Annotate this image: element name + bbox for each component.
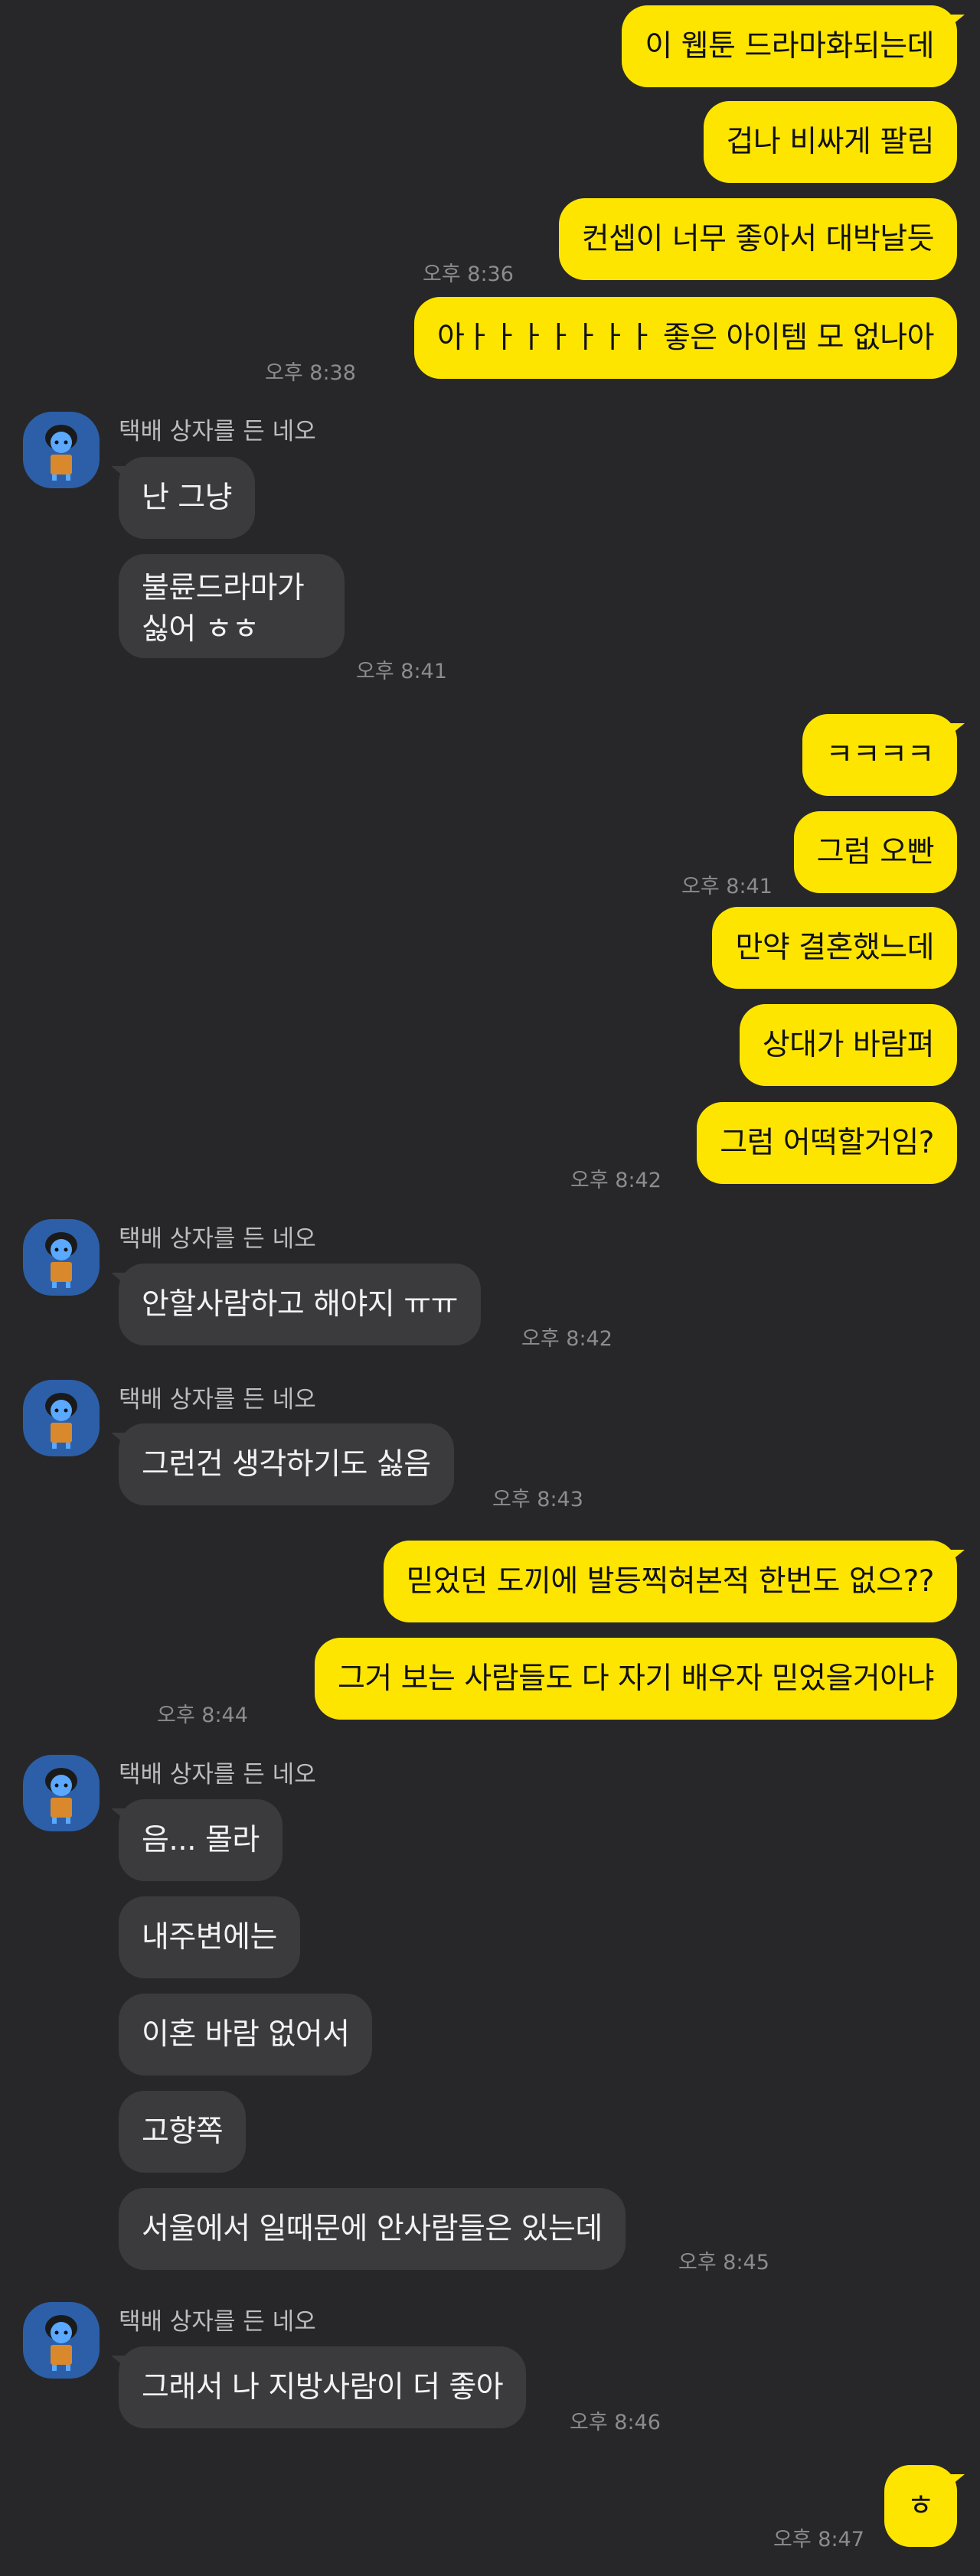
message-text: 이 웹툰 드라마화되는데 — [645, 29, 934, 64]
message-text: 컨셉이 너무 좋아서 대박날듯 — [581, 222, 935, 256]
outgoing-message[interactable]: 상대가 바람펴 — [739, 1004, 957, 1086]
outgoing-message[interactable]: 믿었던 도끼에 발등찍혀본적 한번도 없으?? — [383, 1541, 965, 1622]
avatar[interactable] — [23, 1219, 100, 1296]
incoming-message[interactable]: 이혼 바람 없어서 — [119, 1994, 373, 2075]
sender-name: 택배 상자를 든 네오 — [119, 1225, 316, 1253]
neo-character-icon — [45, 1768, 77, 1824]
message-text: 그럼 오빤 — [816, 835, 935, 869]
message-text: 불륜드라마가 싫어 ㅎㅎ — [142, 571, 305, 647]
incoming-message[interactable]: 난 그냥 — [110, 457, 256, 539]
incoming-message[interactable]: 불륜드라마가 싫어 ㅎㅎ — [119, 554, 345, 658]
message-time: 오후 8:36 — [423, 262, 514, 286]
outgoing-message[interactable]: 이 웹툰 드라마화되는데 — [622, 5, 965, 87]
message-text: 안할사람하고 해야지 ㅠㅠ — [142, 1287, 458, 1322]
neo-character-icon — [45, 1232, 77, 1288]
message-time: 오후 8:45 — [678, 2251, 769, 2274]
avatar[interactable] — [23, 1755, 100, 1831]
message-text: 고향쪽 — [142, 2115, 224, 2149]
outgoing-message[interactable]: ㅎ — [884, 2465, 965, 2547]
sender-name: 택배 상자를 든 네오 — [119, 418, 316, 445]
message-text: 믿었던 도끼에 발등찍혀본적 한번도 없으?? — [406, 1564, 935, 1599]
message-text: 서울에서 일때문에 안사람들은 있는데 — [142, 2212, 603, 2246]
avatar[interactable] — [23, 1380, 100, 1456]
message-text: 그런건 생각하기도 싫음 — [142, 1447, 431, 1482]
sender-name: 택배 상자를 든 네오 — [119, 1761, 316, 1789]
message-time: 오후 8:44 — [157, 1704, 248, 1727]
message-text: 이혼 바람 없어서 — [142, 2017, 350, 2052]
message-time: 오후 8:47 — [773, 2528, 864, 2552]
incoming-message[interactable]: 서울에서 일때문에 안사람들은 있는데 — [119, 2188, 626, 2270]
message-time: 오후 8:42 — [521, 1327, 612, 1351]
incoming-message[interactable]: 안할사람하고 해야지 ㅠㅠ — [111, 1264, 481, 1345]
neo-character-icon — [45, 1393, 77, 1449]
neo-character-icon — [45, 425, 77, 481]
incoming-message[interactable]: 음... 몰라 — [111, 1799, 283, 1881]
outgoing-message[interactable]: ㅋㅋㅋㅋ — [802, 714, 965, 796]
message-text: ㅎ — [906, 2489, 935, 2523]
incoming-message[interactable]: 고향쪽 — [119, 2091, 247, 2173]
message-text: 상대가 바람펴 — [762, 1028, 935, 1062]
message-time: 오후 8:43 — [492, 1488, 583, 1511]
message-text: 그래서 나 지방사람이 더 좋아 — [142, 2370, 504, 2405]
outgoing-message[interactable]: 컨셉이 너무 좋아서 대박날듯 — [558, 198, 957, 280]
sender-name: 택배 상자를 든 네오 — [119, 2308, 316, 2336]
outgoing-message[interactable]: 그럼 어떡할거임? — [697, 1102, 957, 1184]
incoming-message[interactable]: 내주변에는 — [119, 1896, 300, 1978]
outgoing-message[interactable]: 만약 결혼했느데 — [712, 907, 957, 989]
message-time: 오후 8:41 — [681, 875, 773, 898]
message-text: 그럼 어떡할거임? — [720, 1126, 934, 1160]
outgoing-message[interactable]: 그럼 오빤 — [793, 811, 957, 893]
message-text: 아ㅏㅏㅏㅏㅏㅏㅏ 좋은 아이템 모 없나아 — [436, 321, 935, 355]
message-text: 만약 결혼했느데 — [735, 931, 934, 965]
message-text: 그거 보는 사람들도 다 자기 배우자 믿었을거아냐 — [338, 1661, 934, 1696]
message-time: 오후 8:38 — [265, 361, 356, 385]
message-time: 오후 8:41 — [356, 660, 447, 683]
neo-character-icon — [45, 2315, 77, 2371]
message-text: 내주변에는 — [142, 1920, 277, 1955]
message-text: 음... 몰라 — [142, 1823, 260, 1857]
message-text: ㅋㅋㅋㅋ — [825, 738, 934, 772]
message-text: 난 그냥 — [142, 481, 233, 515]
outgoing-message[interactable]: 그거 보는 사람들도 다 자기 배우자 믿었을거아냐 — [315, 1638, 957, 1720]
sender-name: 택배 상자를 든 네오 — [119, 1386, 316, 1414]
outgoing-message[interactable]: 아ㅏㅏㅏㅏㅏㅏㅏ 좋은 아이템 모 없나아 — [413, 297, 957, 379]
incoming-message[interactable]: 그래서 나 지방사람이 더 좋아 — [110, 2346, 527, 2428]
avatar[interactable] — [23, 412, 100, 488]
message-text: 겁나 비싸게 팔림 — [726, 125, 935, 159]
outgoing-message[interactable]: 겁나 비싸게 팔림 — [703, 101, 957, 183]
avatar[interactable] — [23, 2302, 100, 2379]
message-time: 오후 8:46 — [570, 2411, 661, 2434]
incoming-message[interactable]: 그런건 생각하기도 싫음 — [111, 1423, 454, 1505]
message-time: 오후 8:42 — [570, 1169, 662, 1192]
